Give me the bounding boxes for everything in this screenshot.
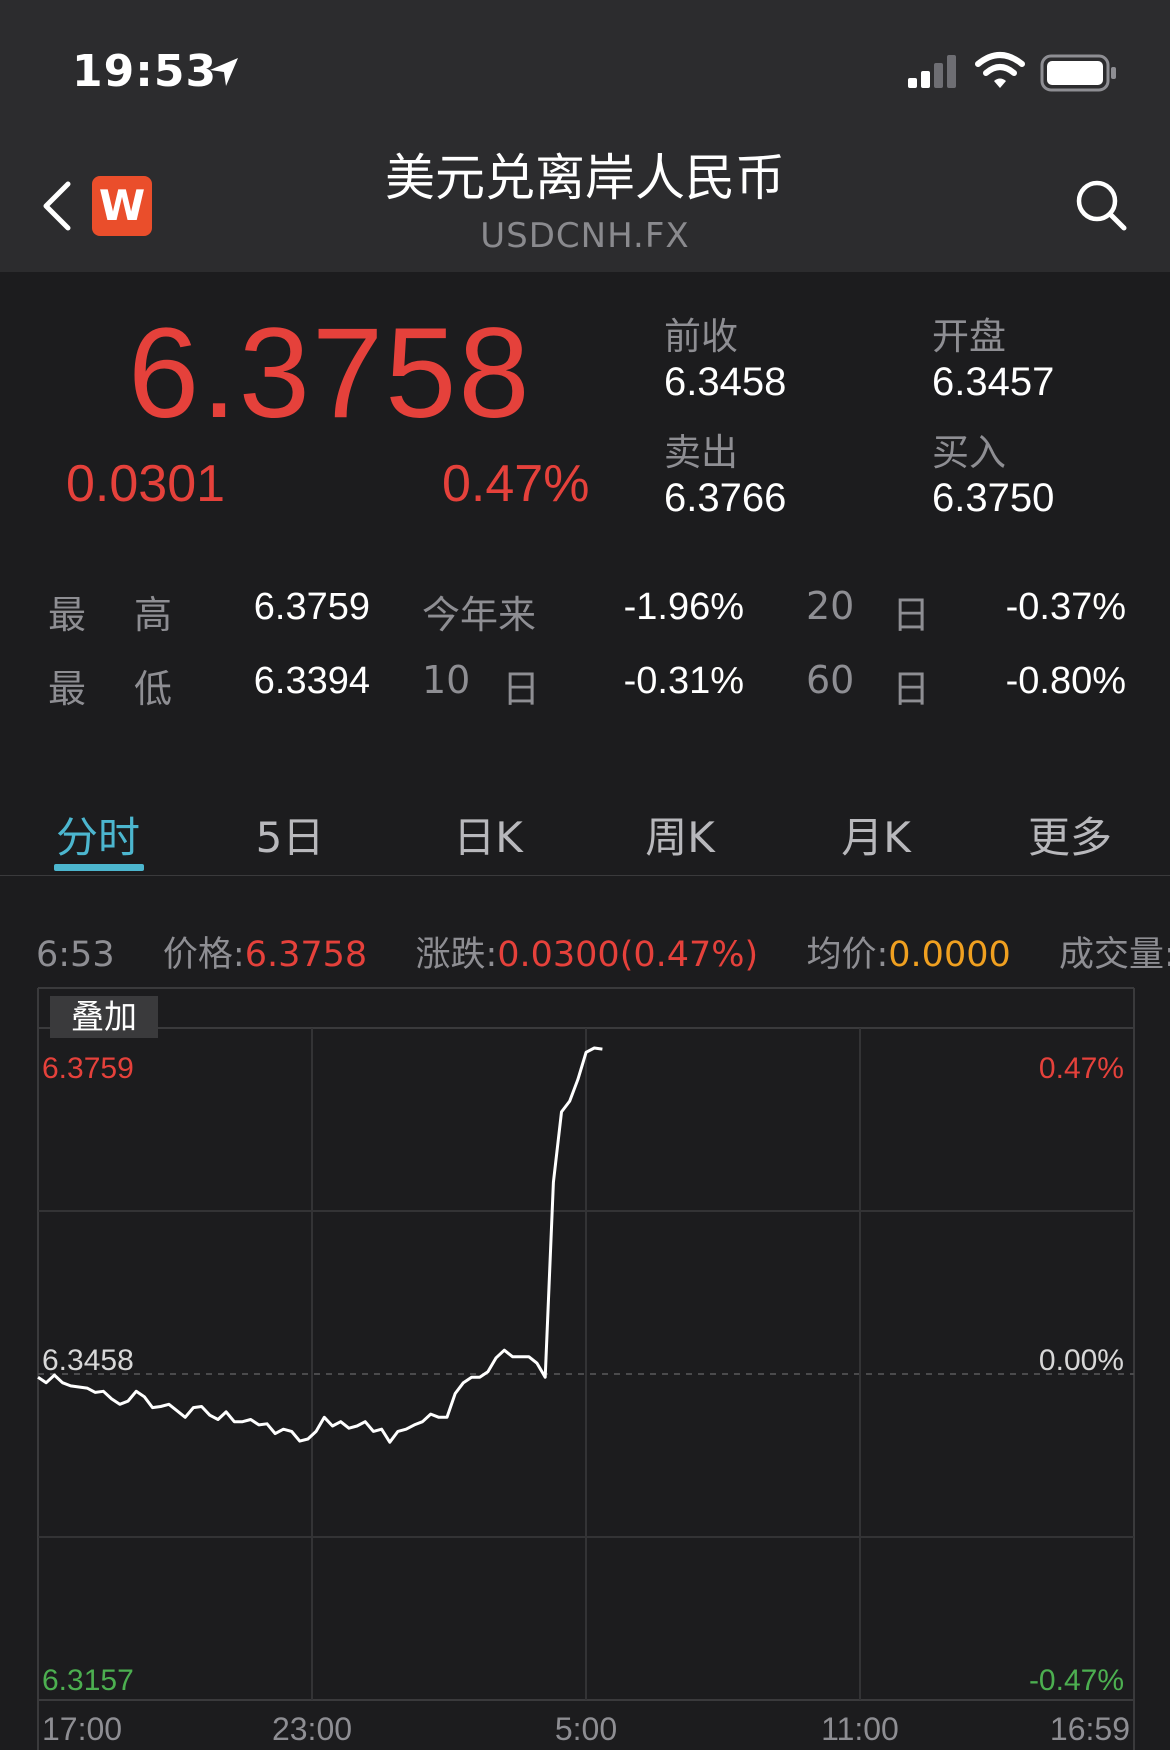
y-left-tick-label: 6.3759 (42, 1052, 134, 1085)
signal-icon (906, 54, 960, 94)
ytd-label: 今年来 (422, 593, 537, 637)
app-logo[interactable]: W (92, 176, 152, 236)
price-change: 0.0301 (66, 455, 226, 513)
overlay-button[interactable]: 叠加 (50, 996, 158, 1038)
tab-divider (0, 875, 1170, 876)
intraday-chart[interactable]: 6.3759 6.3458 6.3157 0.47% 0.00% -0.47% 17:00 2… (0, 980, 1170, 1750)
x-tick-label: 11:00 (821, 1711, 899, 1747)
page-subtitle: USDCNH.FX (480, 216, 690, 256)
d60-value: -0.80% (1005, 660, 1126, 702)
prev-close-label: 前收 (664, 315, 738, 358)
info-price-label: 价格: (162, 935, 245, 975)
price-change-percent: 0.47% (442, 455, 590, 513)
ask-label: 卖出 (664, 431, 738, 474)
last-price: 6.3758 (128, 302, 532, 445)
x-tick-label: 17:00 (42, 1711, 122, 1747)
wifi-icon (974, 50, 1026, 94)
d20-number: 20 (806, 584, 855, 628)
high-label-a: 最 (48, 593, 87, 637)
d10-value: -0.31% (623, 660, 744, 702)
bid-value: 6.3750 (932, 476, 1055, 520)
open-value: 6.3457 (932, 360, 1055, 404)
y-left-tick-label: 6.3157 (42, 1664, 134, 1697)
page-title: 美元兑离岸人民币 (385, 149, 785, 207)
status-time: 19:53 (72, 46, 218, 97)
info-volume-label: 成交量: (1059, 935, 1170, 975)
x-tick-label: 23:00 (272, 1711, 352, 1747)
back-button[interactable] (36, 176, 76, 236)
tab-daily-k[interactable]: 日K (426, 804, 550, 865)
y-right-tick-label: 0.00% (1039, 1344, 1124, 1377)
x-tick-label: 16:59 (1050, 1711, 1130, 1747)
d10-unit: 日 (502, 667, 541, 711)
info-price: 6.3758 (244, 935, 368, 975)
d20-unit: 日 (892, 593, 931, 637)
tab-more[interactable]: 更多 (1008, 804, 1132, 865)
y-right-tick-label: -0.47% (1029, 1664, 1124, 1697)
low-label-b: 低 (134, 667, 173, 711)
ytd-value: -1.96% (623, 586, 744, 628)
low-value: 6.3394 (253, 660, 370, 702)
y-right-tick-label: 0.47% (1039, 1052, 1124, 1085)
bid-label: 买入 (932, 431, 1006, 474)
d20-value: -0.37% (1005, 586, 1126, 628)
tab-5day[interactable]: 5日 (228, 804, 352, 865)
info-avg: 0.0000 (888, 935, 1011, 975)
open-label: 开盘 (932, 315, 1006, 358)
x-tick-label: 5:00 (555, 1711, 617, 1747)
search-button[interactable] (1074, 178, 1128, 232)
tab-weekly-k[interactable]: 周K (618, 804, 742, 865)
tab-indicator (54, 864, 144, 871)
battery-icon (1040, 54, 1118, 96)
info-time: 6:53 (36, 935, 115, 975)
high-value: 6.3759 (253, 586, 370, 628)
tab-monthly-k[interactable]: 月K (814, 804, 938, 865)
info-change: 0.0300(0.47%) (497, 935, 759, 975)
info-avg-label: 均价: (806, 935, 889, 975)
d60-unit: 日 (892, 667, 931, 711)
info-change-label: 涨跌: (415, 935, 498, 975)
prev-close-value: 6.3458 (664, 360, 787, 404)
high-label-b: 高 (134, 593, 173, 637)
search-icon (1076, 180, 1127, 231)
tab-intraday[interactable]: 分时 (36, 804, 160, 865)
ask-value: 6.3766 (664, 476, 787, 520)
price-line-series (37, 1046, 603, 1444)
d10-number: 10 (422, 658, 471, 702)
y-left-tick-label: 6.3458 (42, 1344, 134, 1377)
d60-number: 60 (806, 658, 855, 702)
location-arrow-icon (206, 54, 242, 94)
crosshair-info: 6:53 价格:6.3758 涨跌:0.0300(0.47%) 均价:0.000… (36, 926, 1170, 977)
low-label-a: 最 (48, 667, 87, 711)
